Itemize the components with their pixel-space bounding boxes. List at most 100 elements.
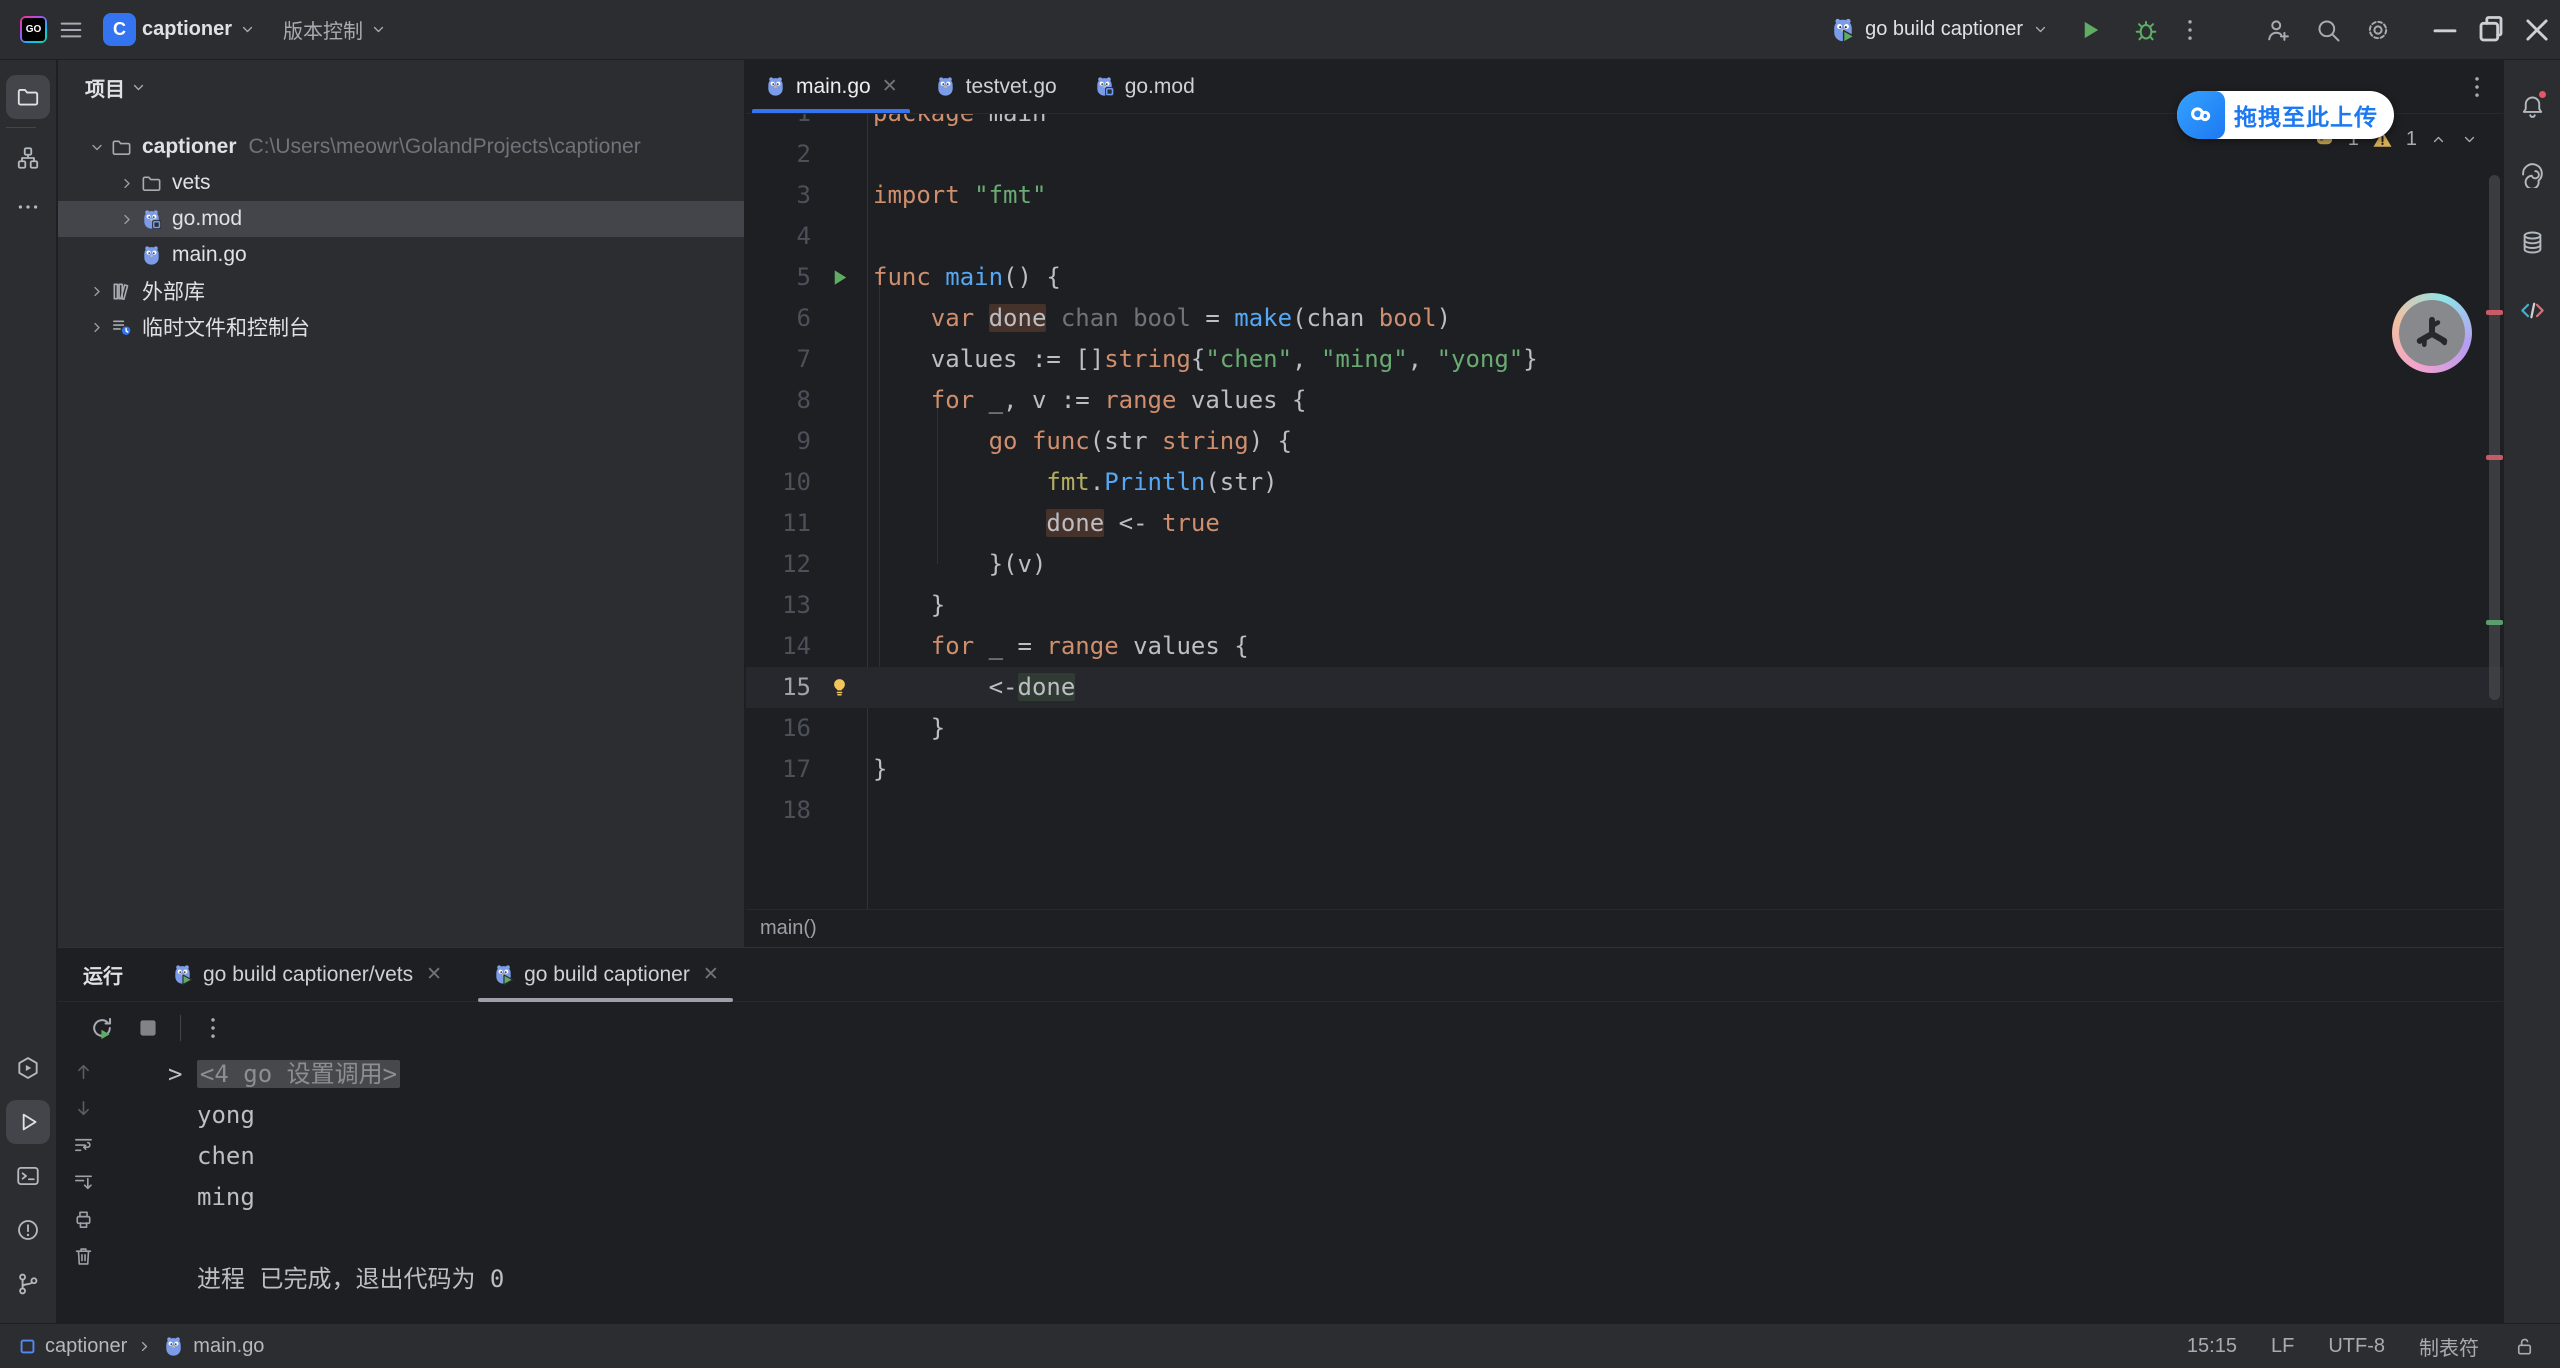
console-folded-command[interactable]: <4 go 设置调用> [197,1060,400,1088]
breadcrumb-item[interactable]: main() [760,917,817,940]
chevron-right-icon[interactable] [114,174,140,193]
project-panel-title[interactable]: 项目 [85,73,125,102]
line-number[interactable]: 14 [746,626,811,667]
stripe-button-problems-tool[interactable] [6,1208,50,1252]
chevron-right-icon[interactable] [114,210,140,229]
run-gutter-icon[interactable] [811,257,867,298]
more-options-button[interactable] [199,1014,227,1042]
tree-row-go-mod[interactable]: go.mod [58,201,744,237]
stripe-button-git-tool[interactable] [6,1262,50,1306]
trash-icon[interactable] [72,1245,95,1268]
editor-tab-go-mod[interactable]: go.mod [1075,60,1213,113]
line-number[interactable]: 4 [746,216,811,257]
close-button[interactable] [2514,10,2560,50]
stripe-button-terminal-tool[interactable] [6,1154,50,1198]
indent-style[interactable]: 制表符 [2419,1332,2479,1361]
file-encoding[interactable]: UTF-8 [2328,1335,2385,1358]
project-path: C:\Users\meowr\GolandProjects\captioner [249,135,641,159]
stripe-button-project-tool[interactable] [6,75,50,119]
line-number[interactable]: 15 [746,667,811,708]
line-number[interactable]: 3 [746,175,811,216]
status-breadcrumb[interactable]: captioner main.go [0,1335,264,1358]
run-config-selector[interactable]: go build captioner [1829,16,2050,44]
file-lock-icon[interactable] [2513,1335,2536,1358]
line-number[interactable]: 16 [746,708,811,749]
main-menu-icon[interactable] [57,16,85,44]
close-tab-icon[interactable]: ✕ [703,963,719,986]
search-everywhere-button[interactable] [2314,16,2342,44]
printer-icon[interactable] [72,1208,95,1231]
line-number[interactable]: 8 [746,380,811,421]
status-project[interactable]: captioner [45,1335,127,1358]
restore-button[interactable] [2468,10,2514,50]
next-problem-icon[interactable] [2460,130,2479,149]
chevron-right-icon[interactable] [84,282,110,301]
caret-position[interactable]: 15:15 [2187,1335,2237,1358]
go-run-icon [171,963,194,986]
softwrap-icon[interactable] [72,1134,95,1157]
stripe-button-structure-tool[interactable] [6,136,50,180]
tab-options-icon[interactable] [2463,73,2491,101]
stripe-button-notifications[interactable] [2510,84,2554,128]
stripe-button-more-tools[interactable] [6,185,50,229]
line-number[interactable]: 5 [746,257,811,298]
line-number[interactable]: 2 [746,134,811,175]
rerun-button[interactable] [88,1014,116,1042]
lightbulb-icon[interactable] [811,667,867,708]
stripe-button-services-tool[interactable] [6,1046,50,1090]
line-number[interactable]: 12 [746,544,811,585]
gutter-slot [811,708,867,749]
line-number[interactable]: 6 [746,298,811,339]
code-line-6: 6 var done chan bool = make(chan bool) [746,298,2503,339]
line-number[interactable]: 7 [746,339,811,380]
minimize-button[interactable] [2422,10,2468,50]
editor-tab-testvet-go[interactable]: testvet.go [916,60,1075,113]
line-number[interactable]: 18 [746,790,811,831]
status-file[interactable]: main.go [193,1335,264,1358]
goland-logo-icon: GO [20,16,47,43]
tree-row-vets[interactable]: vets [58,165,744,201]
run-tab-go-build-captioner-vets[interactable]: go build captioner/vets✕ [153,948,460,1001]
tree-row--[interactable]: 临时文件和控制台 [58,309,744,345]
stripe-button-ai-assistant[interactable] [2510,152,2554,196]
editor-tab-main-go[interactable]: main.go✕ [746,60,916,113]
line-number[interactable]: 1 [746,114,811,134]
scroll-end-icon[interactable] [72,1171,95,1194]
code-editor[interactable]: 1package main23import "fmt"45func main()… [746,114,2503,909]
more-actions-button[interactable] [2176,16,2204,44]
arrow-up-icon[interactable] [72,1060,95,1083]
tree-row--[interactable]: 外部库 [58,273,744,309]
settings-button[interactable] [2364,16,2392,44]
console-output[interactable]: > <4 go 设置调用>yongchenming进程 已完成，退出代码为 0 [168,1054,2483,1315]
close-tab-icon[interactable]: ✕ [426,963,442,986]
arrow-down-icon[interactable] [72,1097,95,1120]
upload-drop-badge[interactable]: 拖拽至此上传 [2177,91,2394,139]
line-number[interactable]: 17 [746,749,811,790]
line-separator[interactable]: LF [2271,1335,2294,1358]
line-number[interactable]: 10 [746,462,811,503]
floating-assistant-button[interactable] [2392,293,2472,373]
line-number[interactable]: 13 [746,585,811,626]
stop-button[interactable] [134,1014,162,1042]
run-panel-title[interactable]: 运行 [83,960,123,989]
stripe-button-run-tool[interactable] [6,1100,50,1144]
vcs-widget[interactable]: 版本控制 [275,10,396,50]
prev-problem-icon[interactable] [2429,130,2448,149]
line-number[interactable]: 11 [746,503,811,544]
breadcrumbs[interactable]: main() [746,909,2503,947]
debug-button[interactable] [2132,16,2160,44]
line-number[interactable]: 9 [746,421,811,462]
chevron-right-icon[interactable] [84,318,110,337]
tree-row-captioner[interactable]: captionerC:\Users\meowr\GolandProjects\c… [58,129,744,165]
project-widget[interactable]: C captioner [95,10,265,50]
chevron-down-icon[interactable] [84,138,110,157]
stripe-button-database-tool[interactable] [2510,220,2554,264]
gopher-icon [140,244,163,267]
stripe-button-endpoints-tool[interactable] [2510,288,2554,332]
close-tab-icon[interactable]: ✕ [882,75,898,98]
run-button[interactable] [2076,16,2104,44]
run-tab-go-build-captioner[interactable]: go build captioner✕ [474,948,737,1001]
tree-item-label: 外部库 [142,276,205,306]
add-user-button[interactable] [2264,16,2292,44]
tree-row-main-go[interactable]: main.go [58,237,744,273]
